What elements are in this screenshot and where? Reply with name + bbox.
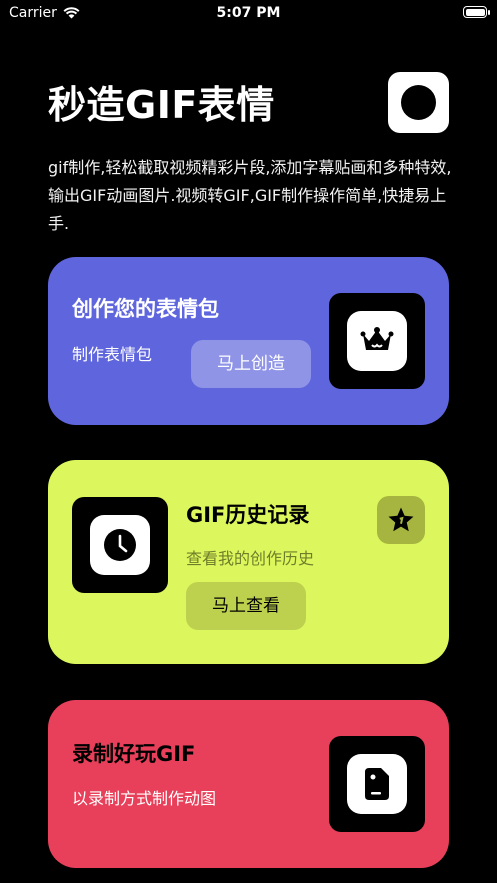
document-icon xyxy=(347,754,407,814)
record-card-subtitle: 以录制方式制作动图 xyxy=(72,789,217,808)
app-description: gif制作,轻松截取视频精彩片段,添加字幕贴画和多种特效,输出GIF动画图片.视… xyxy=(48,158,452,233)
page-title: 秒造GIF表情 xyxy=(48,83,275,127)
history-icon-box xyxy=(72,497,168,593)
create-icon-box xyxy=(329,293,425,389)
record-gif-card[interactable]: 录制好玩GIF 以录制方式制作动图 xyxy=(48,700,449,868)
favorite-button[interactable] xyxy=(377,496,425,544)
history-card-subtitle: 查看我的创作历史 xyxy=(186,549,315,568)
status-bar: Carrier 5:07 PM xyxy=(0,0,497,26)
create-emoji-card[interactable]: 创作您的表情包 制作表情包 马上创造 xyxy=(48,257,449,425)
record-icon-box xyxy=(329,736,425,832)
create-card-subtitle: 制作表情包 xyxy=(72,345,153,364)
create-card-title: 创作您的表情包 xyxy=(72,297,219,321)
status-time: 5:07 PM xyxy=(216,5,281,21)
camera-record-icon-button[interactable] xyxy=(388,72,449,133)
history-card-title: GIF历史记录 xyxy=(186,503,310,527)
view-now-button[interactable]: 马上查看 xyxy=(186,582,306,630)
star-icon xyxy=(388,507,414,532)
gif-history-card[interactable]: GIF历史记录 查看我的创作历史 马上查看 xyxy=(48,460,449,664)
create-now-button[interactable]: 马上创造 xyxy=(191,340,311,388)
battery-icon xyxy=(463,6,490,18)
record-card-title: 录制好玩GIF xyxy=(72,742,196,766)
crown-icon xyxy=(347,311,407,371)
clock-icon xyxy=(90,515,150,575)
